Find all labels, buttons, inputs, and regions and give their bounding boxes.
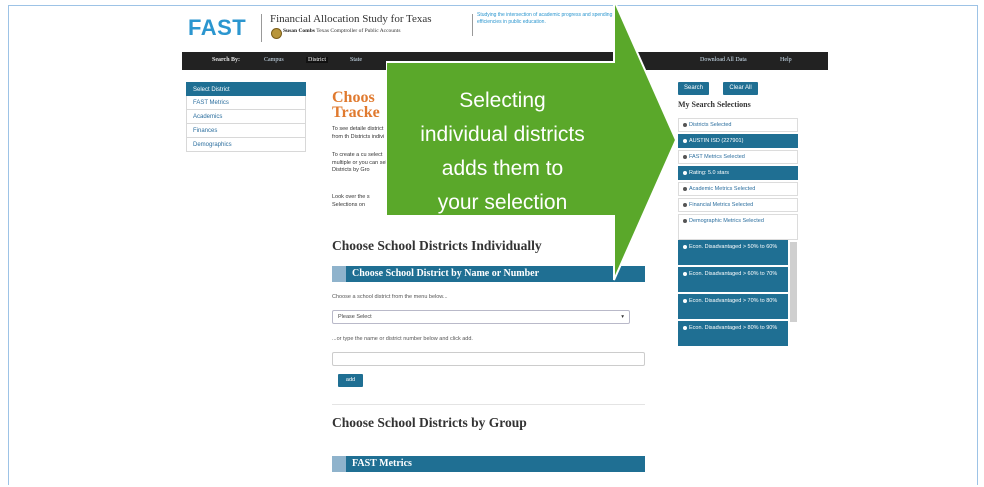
comptroller-seal-icon (271, 28, 282, 39)
selection-text: Econ. Disadvantaged > 80% to 90% (689, 325, 778, 331)
band-fast-metrics: FAST Metrics (332, 456, 645, 472)
fast-logo[interactable]: FAST (188, 15, 246, 41)
callout-line-1: Selecting (459, 89, 546, 112)
intro-paragraph-2: To create a cu select multiple or you ca… (332, 152, 390, 173)
callout-line-2: individual districts (420, 123, 585, 146)
selection-text: Academic Metrics Selected (689, 186, 756, 192)
type-district-hint: ...or type the name or district number b… (332, 336, 473, 342)
callout-text: Selecting individual districts adds them… (395, 84, 610, 220)
selection-text: Rating: 5.0 stars (689, 170, 730, 176)
selection-header-districts: Districts Selected (678, 118, 798, 132)
nav-district[interactable]: District (306, 57, 328, 63)
sidebar-item-select-district[interactable]: Select District (186, 82, 306, 96)
selection-text: Econ. Disadvantaged > 50% to 60% (689, 244, 778, 250)
selection-item-econ-70-80[interactable]: Econ. Disadvantaged > 70% to 80% (678, 294, 788, 319)
selection-text: AUSTIN ISD (227901) (689, 138, 744, 144)
callout-line-4: your selection (437, 191, 568, 214)
band-title-2: FAST Metrics (352, 458, 412, 469)
header-divider (261, 14, 262, 42)
district-select[interactable]: Please Select ▾ (332, 310, 630, 324)
selection-header-financial: Financial Metrics Selected (678, 198, 798, 212)
remove-icon[interactable] (683, 325, 687, 330)
my-search-selections-title: My Search Selections (678, 100, 751, 109)
page-heading-line-1: Choos (332, 89, 375, 106)
selection-text: Econ. Disadvantaged > 70% to 80% (689, 298, 778, 304)
selection-header-demographic: Demographic Metrics Selected (678, 214, 798, 240)
selection-text: Financial Metrics Selected (689, 202, 754, 208)
callout-line-3: adds them to (441, 157, 564, 180)
chevron-down-icon: ▾ (621, 314, 624, 320)
selection-text: Districts Selected (689, 122, 732, 128)
selection-item-rating[interactable]: Rating: 5.0 stars (678, 166, 798, 180)
selection-item-econ-50-60[interactable]: Econ. Disadvantaged > 50% to 60% (678, 240, 788, 265)
district-select-value: Please Select (338, 314, 372, 320)
selection-header-fast-metrics: FAST Metrics Selected (678, 150, 798, 164)
nav-state[interactable]: State (350, 57, 362, 63)
add-district-button[interactable]: add (338, 374, 363, 387)
nav-help[interactable]: Help (780, 57, 792, 63)
left-sidebar: Select District FAST Metrics Academics F… (186, 82, 306, 152)
sidebar-item-academics[interactable]: Academics (186, 110, 306, 124)
search-by-label: Search By: (212, 57, 241, 63)
page-heading-line-2: Tracke (332, 104, 380, 121)
band-tab-marker (332, 266, 346, 282)
clear-all-button[interactable]: Clear All (723, 82, 758, 95)
sidebar-item-demographics[interactable]: Demographics (186, 138, 306, 152)
selection-text: Demographic Metrics Selected (689, 218, 764, 224)
subtitle-name: Susan Combs (283, 28, 315, 34)
district-name-input[interactable] (332, 352, 645, 366)
site-subtitle: Susan Combs Texas Comptroller of Public … (283, 28, 400, 34)
section-divider (332, 404, 645, 405)
section-title-by-group: Choose School Districts by Group (332, 415, 527, 430)
selections-scrollbar[interactable] (790, 242, 797, 322)
sidebar-item-fast-metrics[interactable]: FAST Metrics (186, 96, 306, 110)
intro-paragraph-3: Look over the s Selections on (332, 194, 370, 208)
nav-campus[interactable]: Campus (264, 57, 284, 63)
selection-text: FAST Metrics Selected (689, 154, 745, 160)
sidebar-item-finances[interactable]: Finances (186, 124, 306, 138)
selection-item-econ-80-90[interactable]: Econ. Disadvantaged > 80% to 90% (678, 321, 788, 346)
selection-header-academic: Academic Metrics Selected (678, 182, 798, 196)
selection-text: Econ. Disadvantaged > 60% to 70% (689, 271, 778, 277)
nav-download-all-data[interactable]: Download All Data (700, 57, 747, 63)
selection-item-austin-isd[interactable]: AUSTIN ISD (227901) (678, 134, 798, 148)
page-heading: Choos Tracke (332, 89, 392, 121)
selection-item-econ-60-70[interactable]: Econ. Disadvantaged > 60% to 70% (678, 267, 788, 292)
intro-paragraph-1: To see detaile district from th District… (332, 126, 385, 140)
band-tab-marker-2 (332, 456, 346, 472)
